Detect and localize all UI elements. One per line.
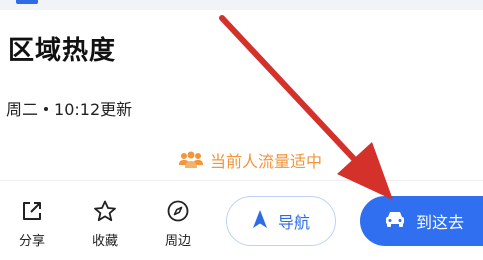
favorite-label: 收藏 [91,234,118,249]
update-time: 10:12更新 [54,100,133,119]
car-icon [384,209,406,233]
navigation-arrow-icon [252,209,268,233]
go-here-label: 到这去 [416,213,465,232]
people-icon [178,151,204,169]
update-day: 周二 [6,100,39,119]
share-button[interactable]: 分享 [10,200,54,249]
update-info: 周二 10:12更新 [6,96,132,120]
share-label: 分享 [18,234,45,249]
nearby-label: 周边 [164,234,191,249]
go-here-button[interactable]: 到这去 [360,196,483,246]
crowd-status-text: 当前人流量适中 [210,152,323,171]
share-icon [21,200,43,222]
navigate-label: 导航 [277,213,310,232]
bottom-action-bar: 分享 收藏 周边 导航 到这去 [0,181,483,260]
crowd-status: 当前人流量适中 [178,148,322,172]
compass-icon [167,200,189,222]
separator-dot [44,106,49,111]
favorite-button[interactable]: 收藏 [83,200,127,249]
star-icon [93,200,117,222]
nearby-button[interactable]: 周边 [156,200,200,249]
section-title: 区域热度 [8,36,117,66]
tab-indicator [16,0,38,4]
navigate-button[interactable]: 导航 [226,196,336,246]
